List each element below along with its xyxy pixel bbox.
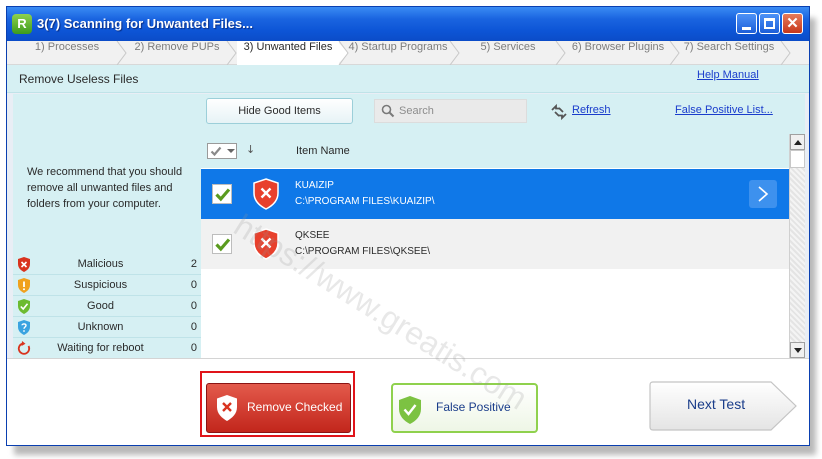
- false-positive-label: False Positive: [436, 400, 511, 414]
- maximize-icon: [764, 18, 775, 29]
- shield-x-icon: [217, 395, 237, 421]
- scroll-up-button[interactable]: [790, 134, 805, 150]
- stat-count: 0: [190, 279, 197, 291]
- false-positive-button[interactable]: False Positive: [391, 383, 538, 433]
- remove-checked-label: Remove Checked: [247, 400, 343, 414]
- close-button[interactable]: ✕: [782, 13, 803, 34]
- remove-checked-button[interactable]: Remove Checked: [206, 383, 351, 433]
- item-name: QKSEE: [295, 230, 330, 241]
- list-toolbar: Hide Good Items Refresh False Positive L…: [201, 94, 805, 134]
- dropdown-arrow-icon[interactable]: [227, 149, 235, 153]
- action-footer: Remove Checked False Positive Next Test: [7, 358, 809, 445]
- search-box[interactable]: [374, 99, 527, 123]
- scroll-down-button[interactable]: [790, 342, 805, 358]
- hide-good-items-button[interactable]: Hide Good Items: [206, 98, 353, 124]
- step-browser-plugins[interactable]: 6) Browser Plugins: [566, 41, 670, 65]
- checkmark-icon: [210, 146, 222, 157]
- shield-exclamation-icon: [18, 278, 30, 293]
- step-startup-programs[interactable]: 4) Startup Programs: [345, 41, 451, 65]
- stat-count: 0: [190, 321, 197, 333]
- search-input[interactable]: [399, 103, 519, 119]
- list-scrollbar[interactable]: [789, 134, 805, 358]
- item-checkbox[interactable]: [212, 234, 232, 254]
- window-title: 3(7) Scanning for Unwanted Files...: [37, 16, 253, 31]
- step-separator: [449, 41, 460, 65]
- list-item[interactable]: QKSEE C:\PROGRAM FILES\QKSEE\: [201, 219, 789, 269]
- app-window: R 3(7) Scanning for Unwanted Files... ✕ …: [6, 6, 810, 446]
- stat-row-suspicious: Suspicious 0: [13, 275, 201, 296]
- list-item[interactable]: KUAIZIP C:\PROGRAM FILES\KUAIZIP\: [201, 169, 789, 219]
- shield-check-icon: [18, 299, 30, 314]
- stat-label: Unknown: [77, 321, 124, 333]
- checkmark-icon: [215, 238, 231, 252]
- item-details-button[interactable]: [749, 180, 777, 208]
- sort-arrow-icon[interactable]: ↓: [246, 143, 255, 156]
- stat-count: 0: [190, 342, 197, 354]
- scroll-thumb[interactable]: [790, 150, 805, 168]
- checkmark-icon: [215, 188, 231, 202]
- stat-label: Waiting for reboot: [57, 342, 144, 354]
- step-separator: [555, 41, 566, 65]
- malicious-shield-icon: [253, 178, 279, 210]
- refresh-icon[interactable]: [550, 103, 568, 121]
- stat-count: 0: [190, 300, 197, 312]
- shield-question-icon: [18, 320, 30, 335]
- step-search-settings[interactable]: 7) Search Settings: [679, 41, 779, 65]
- step-services[interactable]: 5) Services: [460, 41, 556, 65]
- search-icon: [381, 104, 395, 118]
- stat-row-unknown: Unknown 0: [13, 317, 201, 338]
- stat-label: Malicious: [77, 258, 124, 270]
- malicious-shield-icon: [253, 228, 279, 260]
- stat-row-good: Good 0: [13, 296, 201, 317]
- item-path: C:\PROGRAM FILES\KUAIZIP\: [295, 196, 435, 207]
- minimize-button[interactable]: [736, 13, 757, 34]
- title-bar[interactable]: R 3(7) Scanning for Unwanted Files... ✕: [7, 7, 809, 41]
- step-unwanted-files[interactable]: 3) Unwanted Files: [237, 41, 339, 65]
- false-positive-list-link[interactable]: False Positive List...: [675, 104, 773, 116]
- app-logo-icon: R: [12, 14, 32, 34]
- next-test-button[interactable]: Next Test: [649, 381, 799, 431]
- step-processes[interactable]: 1) Processes: [17, 41, 117, 65]
- stat-row-waiting-reboot: Waiting for reboot 0: [13, 338, 201, 359]
- stat-label: Suspicious: [73, 279, 128, 291]
- step-separator: [226, 41, 237, 65]
- shield-x-icon: [18, 257, 30, 272]
- item-name: KUAIZIP: [295, 180, 334, 191]
- items-panel: Hide Good Items Refresh False Positive L…: [201, 94, 805, 358]
- step-remove-pups[interactable]: 2) Remove PUPs: [127, 41, 227, 65]
- chevron-right-icon: [758, 186, 769, 202]
- close-icon: ✕: [786, 15, 799, 32]
- stat-label: Good: [87, 300, 114, 312]
- refresh-link[interactable]: Refresh: [572, 104, 611, 116]
- maximize-button[interactable]: [759, 13, 780, 34]
- reboot-icon: [17, 341, 31, 355]
- column-header-item-name[interactable]: Item Name: [296, 145, 350, 157]
- step-separator: [780, 41, 791, 65]
- help-manual-link[interactable]: Help Manual: [697, 69, 759, 81]
- step-separator: [116, 41, 127, 65]
- recommendation-text: We recommend that you should remove all …: [27, 166, 183, 210]
- item-path: C:\PROGRAM FILES\QKSEE\: [295, 246, 431, 257]
- select-all-checkbox[interactable]: [207, 143, 237, 159]
- shield-check-icon: [399, 396, 421, 424]
- list-header: ↓ Item Name: [201, 134, 789, 168]
- steps-bar: 1) Processes 2) Remove PUPs 3) Unwanted …: [7, 41, 809, 65]
- item-checkbox[interactable]: [212, 184, 232, 204]
- section-title: Remove Useless Files: [19, 72, 139, 86]
- minimize-icon: [742, 27, 751, 30]
- section-header: Remove Useless Files Help Manual: [7, 65, 809, 93]
- next-test-label: Next Test: [687, 396, 746, 412]
- stat-row-malicious: Malicious 2: [13, 254, 201, 275]
- summary-panel: We recommend that you should remove all …: [13, 94, 201, 358]
- stat-count: 2: [190, 258, 197, 270]
